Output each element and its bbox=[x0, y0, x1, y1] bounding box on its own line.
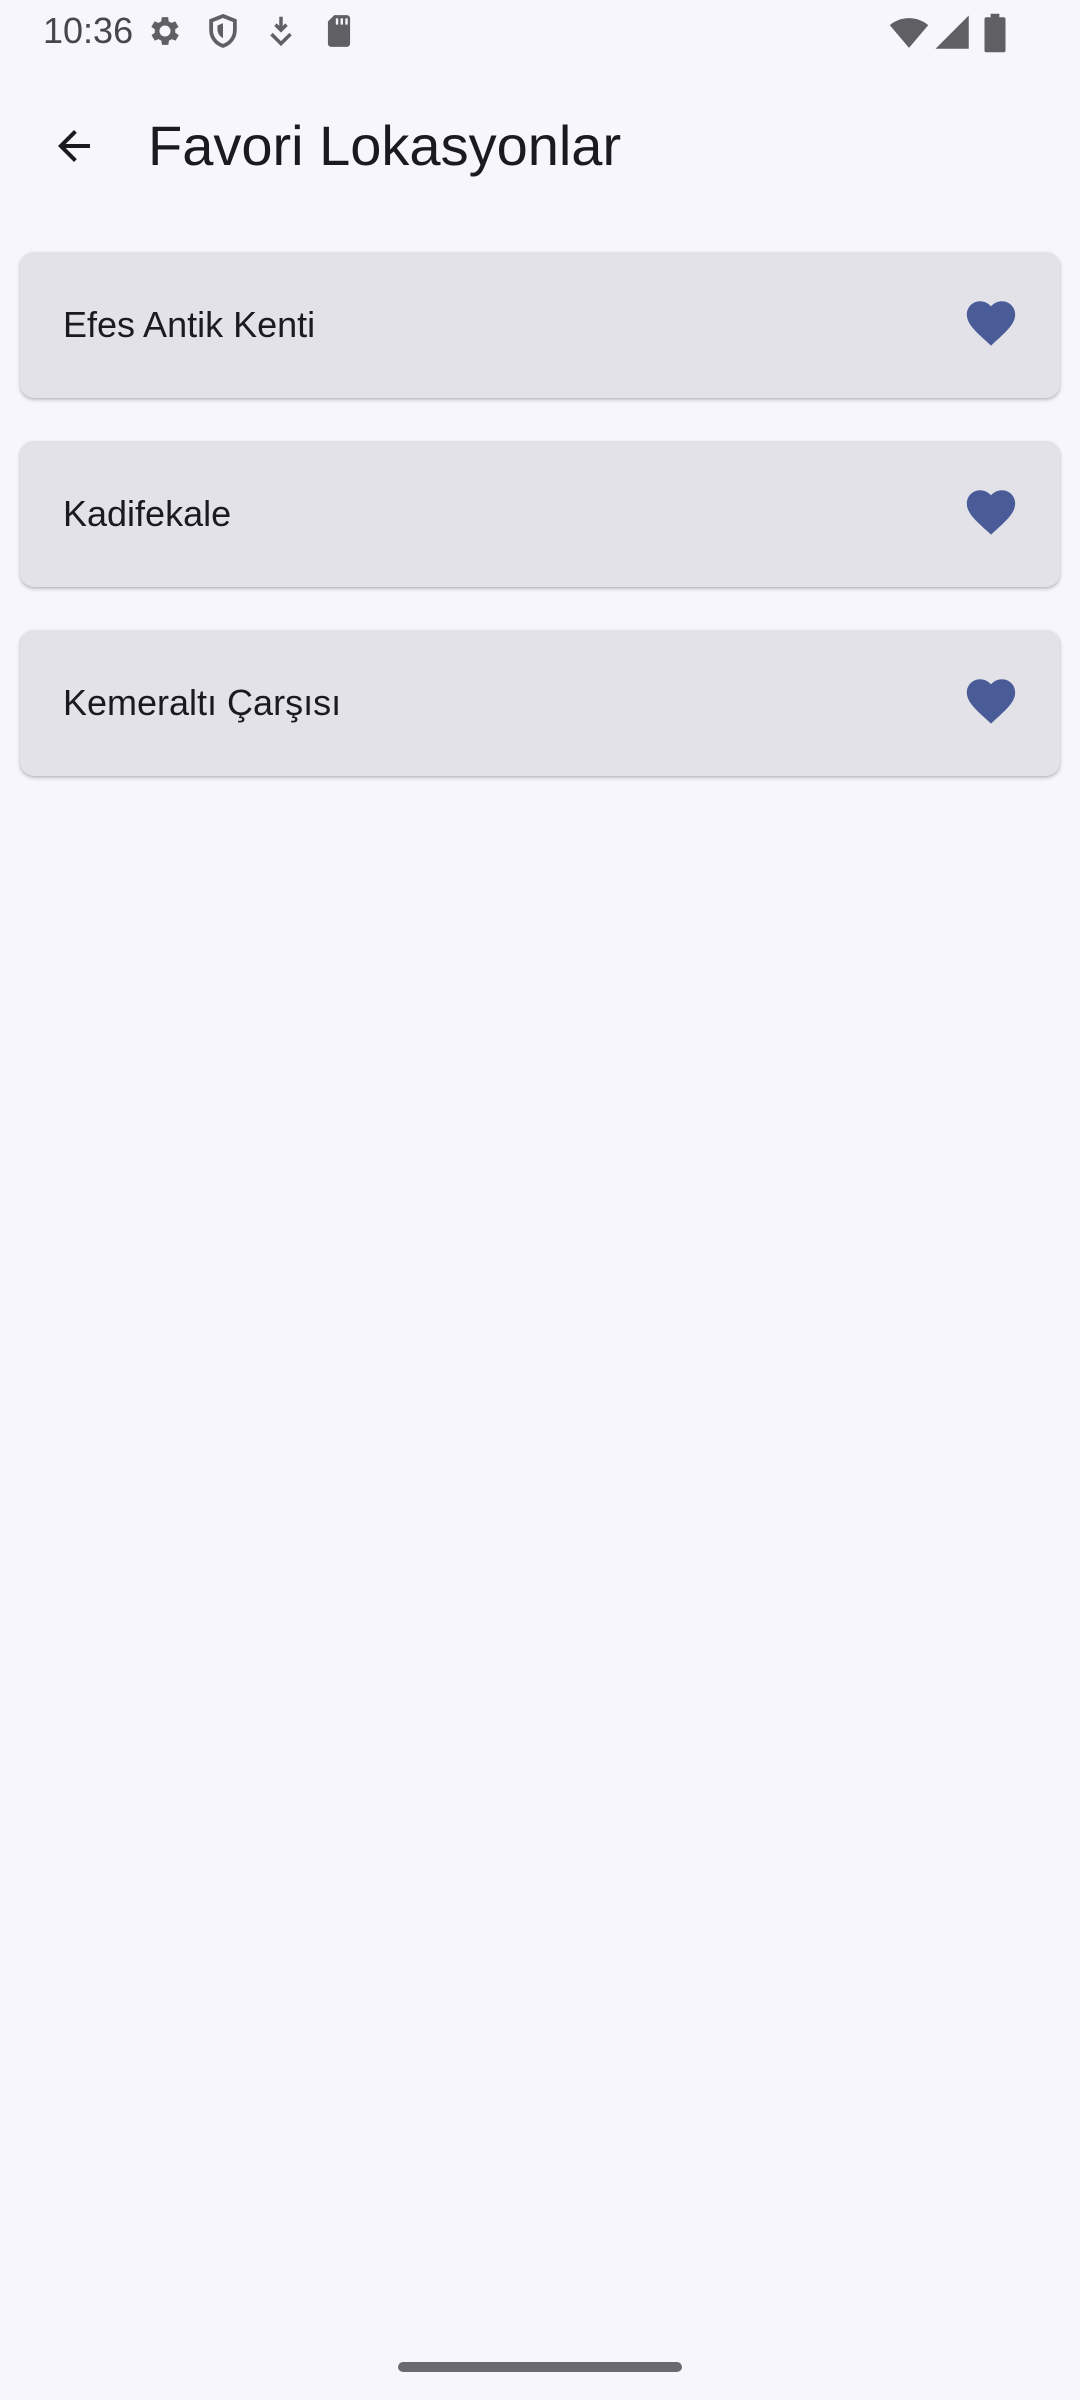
signal-icon bbox=[932, 12, 974, 54]
heart-icon bbox=[962, 672, 1020, 735]
top-app-bar: Favori Lokasyonlar bbox=[0, 84, 1080, 208]
status-time: 10:36 bbox=[43, 10, 134, 51]
location-name: Kadifekale bbox=[63, 493, 232, 534]
page-title: Favori Lokasyonlar bbox=[148, 114, 622, 177]
heart-icon bbox=[962, 294, 1020, 357]
wifi-icon bbox=[888, 12, 930, 54]
favorites-list: Efes Antik Kenti Kadifekale Kemeraltı Ça… bbox=[20, 252, 1060, 819]
favorite-toggle-button[interactable] bbox=[954, 477, 1028, 551]
gear-icon bbox=[146, 12, 184, 50]
location-name: Kemeraltı Çarşısı bbox=[63, 682, 342, 723]
home-gesture-bar[interactable] bbox=[398, 2362, 682, 2372]
sd-card-icon bbox=[320, 12, 358, 50]
favorite-toggle-button[interactable] bbox=[954, 666, 1028, 740]
favorite-toggle-button[interactable] bbox=[954, 288, 1028, 362]
shield-icon bbox=[204, 12, 242, 50]
heart-icon bbox=[962, 483, 1020, 546]
battery-icon bbox=[980, 12, 1010, 54]
back-button[interactable] bbox=[34, 108, 114, 188]
download-icon bbox=[262, 12, 300, 50]
location-name: Efes Antik Kenti bbox=[63, 304, 316, 345]
favorite-location-card[interactable]: Kadifekale bbox=[20, 441, 1060, 587]
favorite-location-card[interactable]: Efes Antik Kenti bbox=[20, 252, 1060, 398]
status-bar: 10:36 bbox=[0, 0, 1080, 64]
arrow-left-icon bbox=[50, 122, 98, 175]
favorite-location-card[interactable]: Kemeraltı Çarşısı bbox=[20, 630, 1060, 776]
